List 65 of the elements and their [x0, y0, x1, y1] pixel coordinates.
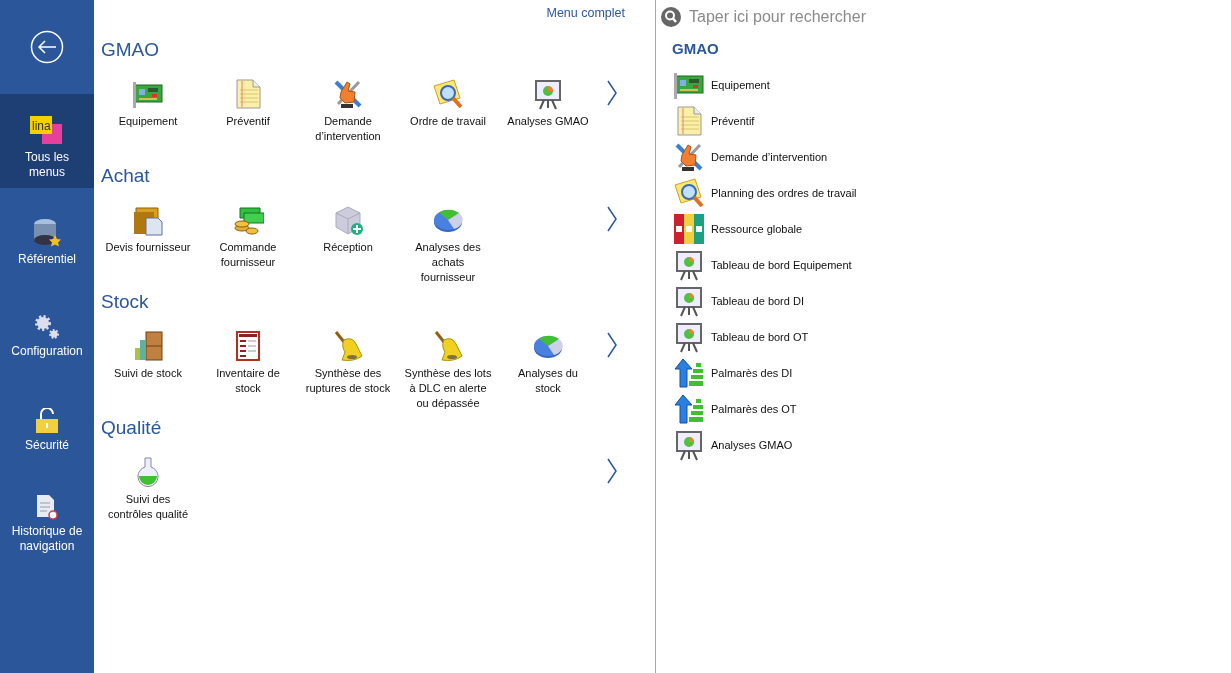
result-item[interactable]: Tableau de bord DI: [673, 283, 1231, 319]
menu-tile[interactable]: Ordre de travail: [398, 78, 498, 144]
folder-document-icon: [132, 204, 164, 236]
back-button[interactable]: [30, 30, 64, 64]
shelf-binders-icon: [132, 330, 164, 362]
full-menu-link[interactable]: Menu complet: [546, 6, 625, 22]
chart-easel-icon: [532, 78, 564, 110]
result-item[interactable]: Demande d’intervention: [673, 139, 1231, 175]
document-magnifier-icon: [673, 177, 705, 209]
document-magnifier-icon: [432, 78, 464, 110]
result-item[interactable]: Planning des ordres de travail: [673, 175, 1231, 211]
result-item[interactable]: Palmarès des OT: [673, 391, 1231, 427]
sidebar-item[interactable]: Configuration: [0, 282, 94, 376]
result-item[interactable]: Tableau de bord Equipement: [673, 247, 1231, 283]
menu-tile[interactable]: Demande d’intervention: [298, 78, 398, 144]
section-heading: Stock: [101, 290, 150, 314]
chart-easel-icon: [673, 321, 705, 353]
sidebar-item[interactable]: Sécurité: [0, 376, 94, 470]
money-coins-icon: [232, 204, 264, 236]
menu-tile[interactable]: Commande fournisseur: [198, 204, 298, 285]
document-clock-icon: [35, 494, 59, 520]
chevron-right-icon[interactable]: [607, 458, 617, 484]
binders-icon: [673, 213, 705, 245]
menu-tile[interactable]: Analyses du stock: [498, 330, 598, 411]
chart-easel-icon: [673, 285, 705, 317]
result-item[interactable]: Préventif: [673, 103, 1231, 139]
bell-icon: [432, 330, 464, 362]
result-item[interactable]: Ressource globale: [673, 211, 1231, 247]
padlock-icon: [35, 407, 59, 434]
chart-easel-icon: [673, 249, 705, 281]
menu-tile[interactable]: Analyses des achats fournisseur: [398, 204, 498, 285]
result-item[interactable]: Tableau de bord OT: [673, 319, 1231, 355]
menu-tile[interactable]: Synthèse des lots à DLC en alerte ou dépassée: [398, 330, 498, 411]
result-item[interactable]: Analyses GMAO: [673, 427, 1231, 463]
hand-wrench-icon: [332, 78, 364, 110]
arrow-bars-icon: [673, 393, 705, 425]
menu-tile[interactable]: Analyses GMAO: [498, 78, 598, 144]
results-heading: GMAO: [672, 40, 720, 59]
result-item[interactable]: Palmarès des DI: [673, 355, 1231, 391]
result-item[interactable]: Equipement: [673, 67, 1231, 103]
menu-tile[interactable]: Synthèse des ruptures de stock: [298, 330, 398, 411]
menu-tile[interactable]: Inventaire de stock: [198, 330, 298, 411]
section-heading: GMAO: [101, 38, 161, 62]
arrow-bars-icon: [673, 357, 705, 389]
menu-tile[interactable]: Devis fournisseur: [98, 204, 198, 285]
menu-tile[interactable]: Préventif: [198, 78, 298, 144]
menu-tile[interactable]: Réception: [298, 204, 398, 285]
menu-tile[interactable]: Suivi de stock: [98, 330, 198, 411]
chart-easel-icon: [673, 429, 705, 461]
bell-icon: [332, 330, 364, 362]
chevron-right-icon[interactable]: [607, 80, 617, 106]
hand-wrench-icon: [673, 141, 705, 173]
menu-tile[interactable]: Suivi des contrôles qualité: [98, 456, 198, 522]
chevron-right-icon[interactable]: [607, 332, 617, 358]
sidebar-item[interactable]: lina Tous les menus: [0, 94, 94, 188]
chevron-right-icon[interactable]: [607, 206, 617, 232]
section-heading: Qualité: [101, 416, 163, 440]
box-plus-icon: [332, 204, 364, 236]
sidebar-item[interactable]: Historique de navigation: [0, 470, 94, 564]
database-star-icon: [33, 217, 61, 248]
sidebar-item[interactable]: Référentiel: [0, 188, 94, 282]
menu-tile[interactable]: Equipement: [98, 78, 198, 144]
gears-icon: [34, 313, 60, 340]
section-heading: Achat: [101, 164, 151, 188]
search-icon: [661, 7, 681, 27]
